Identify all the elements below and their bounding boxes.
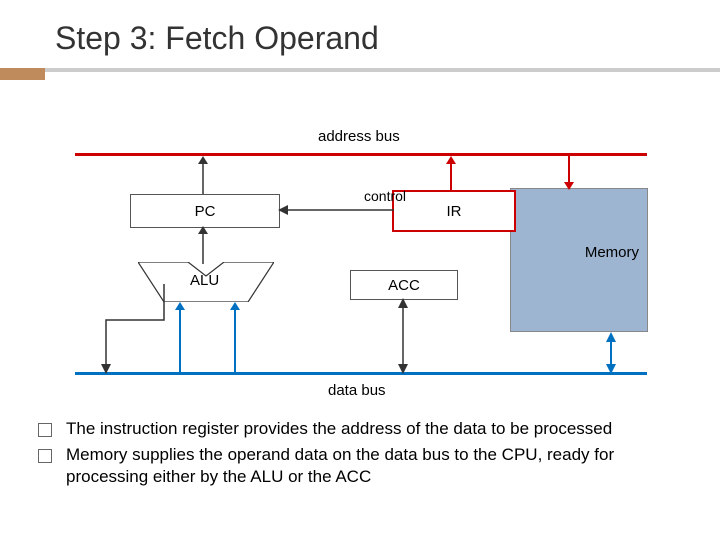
ir-block: IR	[392, 190, 516, 232]
page-title: Step 3: Fetch Operand	[55, 20, 379, 57]
memory-label: Memory	[585, 244, 639, 261]
data-bus-label: data bus	[328, 382, 386, 399]
list-item: The instruction register provides the ad…	[38, 418, 690, 440]
pc-block: PC	[130, 194, 280, 228]
arrow-pc-to-address	[196, 156, 210, 194]
acc-label: ACC	[388, 277, 420, 294]
bullet-text: The instruction register provides the ad…	[66, 418, 690, 440]
arrow-data-to-alu-left	[173, 302, 187, 374]
arrow-control	[278, 204, 394, 216]
arrow-memory-data	[604, 332, 618, 374]
arrow-alu-to-pc	[196, 226, 210, 264]
arrow-alu-to-data	[98, 280, 168, 374]
bullet-text: Memory supplies the operand data on the …	[66, 444, 690, 488]
arrow-ir-to-address	[444, 156, 458, 192]
bullet-icon	[38, 423, 52, 437]
bullet-list: The instruction register provides the ad…	[38, 418, 690, 492]
bullet-icon	[38, 449, 52, 463]
title-accent	[0, 68, 45, 80]
address-bus-label: address bus	[318, 128, 400, 145]
list-item: Memory supplies the operand data on the …	[38, 444, 690, 488]
title-underline	[0, 68, 720, 72]
arrow-data-to-alu-right	[228, 302, 242, 374]
memory-block: Memory	[510, 188, 648, 332]
arrow-acc-data	[396, 298, 410, 374]
pc-label: PC	[195, 203, 216, 220]
arrow-address-to-memory	[562, 156, 576, 190]
control-label: control	[364, 188, 406, 204]
ir-label: IR	[447, 203, 462, 220]
acc-block: ACC	[350, 270, 458, 300]
alu-label: ALU	[190, 272, 219, 289]
